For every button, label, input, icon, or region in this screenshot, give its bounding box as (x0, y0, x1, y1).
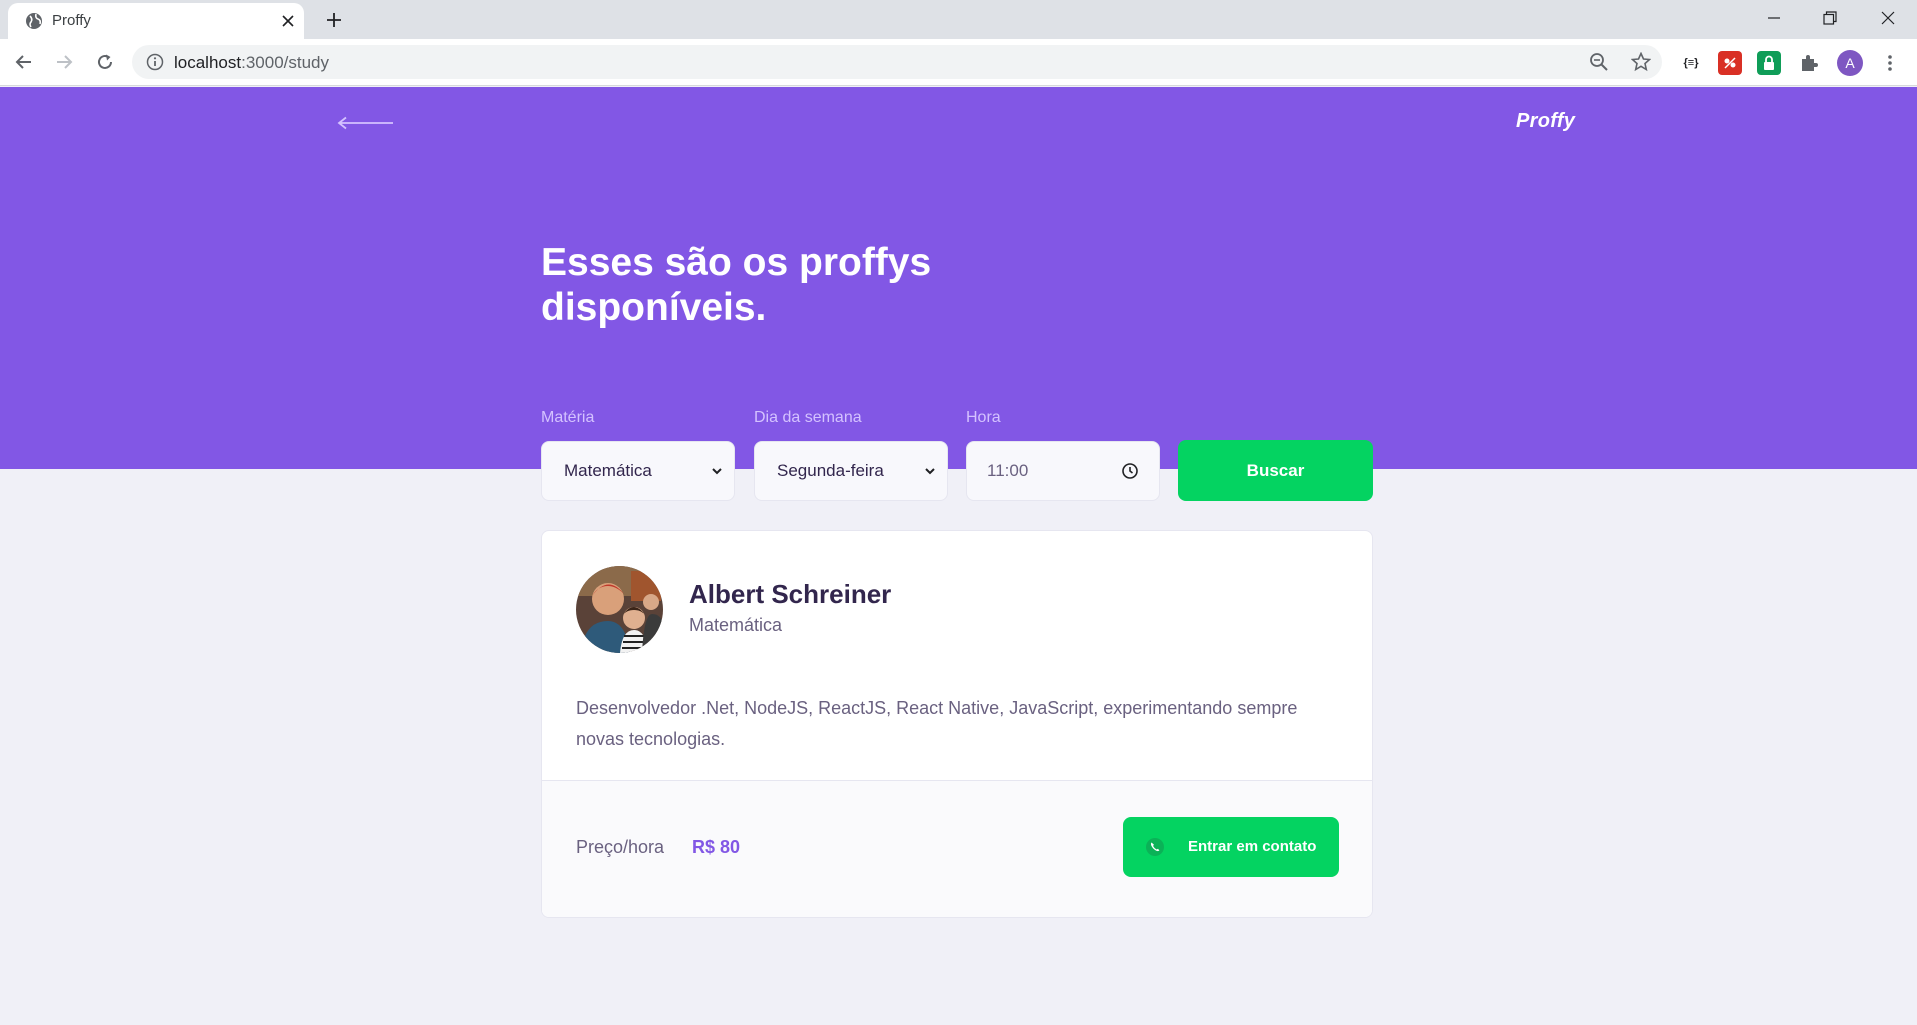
teacher-avatar (576, 566, 663, 653)
teacher-card-footer: Preço/hora R$ 80 Entrar em contato (542, 780, 1372, 917)
browser-tab[interactable]: Proffy (8, 3, 304, 39)
time-input-value: 11:00 (987, 461, 1029, 480)
price-label: Preço/hora (576, 837, 665, 857)
chevron-down-icon (710, 464, 724, 478)
tab-close-icon[interactable] (278, 11, 298, 31)
zoom-icon[interactable] (1588, 51, 1610, 73)
teacher-name: Albert Schreiner (689, 579, 892, 609)
teacher-subject: Matemática (689, 615, 783, 635)
address-bar[interactable]: localhost:3000/study (132, 45, 1662, 79)
url-text: localhost:3000/study (174, 53, 330, 72)
page-header: Proffy Esses são os proffys disponíveis.… (0, 87, 1917, 501)
teacher-bio: Desenvolvedor .Net, NodeJS, ReactJS, Rea… (576, 698, 1298, 749)
close-window-icon[interactable] (1868, 4, 1908, 32)
extension-red-icon[interactable] (1718, 51, 1742, 75)
weekday-select[interactable]: Segunda-feira (754, 441, 948, 501)
price-value: R$ 80 (692, 837, 741, 857)
globe-icon (24, 11, 44, 31)
time-input[interactable]: 11:00 (966, 441, 1160, 501)
clock-icon[interactable] (1121, 462, 1139, 480)
browser-toolbar: localhost:3000/study {≡} A (0, 39, 1917, 86)
bookmark-star-icon[interactable] (1630, 51, 1652, 73)
new-tab-icon[interactable] (322, 8, 346, 32)
weekday-select-value: Segunda-feira (777, 461, 884, 480)
weekday-label: Dia da semana (754, 409, 862, 426)
chevron-down-icon (923, 464, 937, 478)
subject-select[interactable]: Matemática (541, 441, 735, 501)
forward-arrow-icon[interactable] (49, 47, 79, 77)
lock-extension-icon[interactable] (1757, 51, 1781, 75)
menu-dots-icon[interactable] (1878, 51, 1902, 75)
back-arrow-icon[interactable] (9, 47, 39, 77)
info-icon[interactable] (146, 53, 164, 71)
whatsapp-icon (1145, 837, 1165, 857)
json-extension-icon[interactable]: {≡} (1677, 51, 1705, 75)
minimize-icon[interactable] (1754, 4, 1794, 32)
reload-icon[interactable] (90, 47, 120, 77)
subject-label: Matéria (541, 409, 595, 426)
puzzle-extensions-icon[interactable] (1797, 51, 1821, 75)
brand-logo: Proffy (1516, 110, 1576, 132)
page-title: Esses são os proffys disponíveis. (541, 241, 932, 329)
browser-tabstrip: Proffy (0, 0, 1917, 39)
subject-select-value: Matemática (564, 461, 652, 480)
search-button[interactable]: Buscar (1178, 440, 1373, 501)
tab-title: Proffy (52, 12, 91, 29)
contact-button[interactable]: Entrar em contato (1123, 817, 1339, 877)
back-arrow-icon[interactable] (336, 109, 396, 137)
teacher-card: Albert Schreiner Matemática Desenvolvedo… (541, 530, 1373, 918)
profile-avatar[interactable]: A (1837, 50, 1863, 76)
restore-icon[interactable] (1810, 4, 1850, 32)
time-label: Hora (966, 409, 1001, 426)
contact-button-label: Entrar em contato (1188, 838, 1317, 855)
page-content: Proffy Esses são os proffys disponíveis.… (0, 87, 1917, 1025)
